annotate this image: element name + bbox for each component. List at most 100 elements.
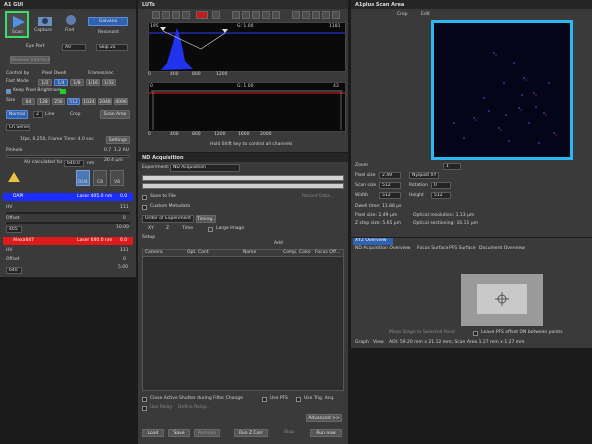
channel-alexa-header[interactable]: Alexa647 Laser 640.0 nm 6.0 [3,237,133,245]
graph-tab[interactable]: Graph [355,340,369,346]
lut-tool-icon[interactable] [302,11,310,19]
capture-button[interactable]: Capture [34,13,56,37]
close-shutter-checkbox[interactable] [142,397,147,402]
channel-dapi-header[interactable]: DAPI Laser 405.0 nm 0.0 [3,193,133,201]
dichroic-c8[interactable]: C8 [93,170,107,186]
lut-tool-icon[interactable] [312,11,320,19]
speed-1-2[interactable]: 1/2 [38,79,52,86]
define-relay-button[interactable]: Define Relay... [178,405,210,411]
edit-tool[interactable]: Edit [421,12,430,18]
lut-tool-icon[interactable] [272,11,280,19]
lut-tool-icon[interactable] [182,11,190,19]
remove-button[interactable]: Remove [194,429,220,437]
time-tab[interactable]: Time [182,226,193,232]
xyz-title[interactable]: XYZ Overview [353,238,393,245]
wavelength-field[interactable]: 640 [6,267,22,274]
pixel-dwell-radio[interactable]: Pixel Dwell [42,71,66,77]
tab-focus-surface[interactable]: Focus Surface [417,246,448,252]
lut-color-icon[interactable] [196,11,208,19]
resonant-label[interactable]: Resonant [98,30,119,36]
dichroic-du4[interactable]: DU4 [76,170,90,186]
ch-series-field[interactable]: Ch Series [6,124,30,131]
use-pfs-checkbox[interactable] [262,397,267,402]
speed-1-4[interactable]: 1/4 [54,79,68,86]
size-256[interactable]: 256 [52,98,65,105]
size-128[interactable]: 128 [37,98,50,105]
normal-button[interactable]: Normal [6,110,28,119]
lut-tool-icon[interactable] [232,11,240,19]
save-to-file-checkbox[interactable] [142,195,147,200]
a-value-field[interactable]: A0 [62,44,86,51]
speed-1-16[interactable]: 1/16 [86,79,100,86]
lut-tool-icon[interactable] [262,11,270,19]
size-64[interactable]: 64 [22,98,35,105]
use-relay-checkbox[interactable] [142,406,147,411]
skip-field[interactable]: Skip 2x [96,44,128,51]
timing-button[interactable]: Timing... [196,215,216,223]
width-field[interactable]: 512 [379,192,401,199]
speed-1-8[interactable]: 1/8 [70,79,84,86]
order-dropdown[interactable]: Order of Experiment [142,215,194,223]
find-button[interactable]: Find [61,13,81,37]
frames-radio[interactable]: Frames/sec [88,71,113,77]
galvano-button[interactable]: Galvano [88,17,128,26]
lut-tool-icon[interactable] [292,11,300,19]
keep-pixel-checkbox[interactable] [6,89,11,94]
z-tab[interactable]: Z [166,226,169,232]
lut-tool-icon[interactable] [252,11,260,19]
run-now-button[interactable]: Run now [310,429,342,437]
stop-button[interactable]: Stop [284,430,294,436]
average-field[interactable]: 2 [33,111,43,118]
remove-interlock-button[interactable]: Remove Interlock [10,56,50,64]
experiment-field[interactable]: ND Acquisition [170,164,240,172]
run-z-corr-button[interactable]: Run Z Corr [234,429,268,437]
lut-histogram-dapi[interactable]: 195 G: 1.00 1181 [148,22,346,72]
rotation-field[interactable]: 0 [431,182,451,189]
crop-tool[interactable]: Crop [397,12,408,18]
record-data-button[interactable]: Record Data... [302,194,334,200]
scan-button[interactable]: Scan [5,11,29,38]
lut-histogram-alexa[interactable]: 0 G: 1.00 43 [148,82,346,132]
large-image-checkbox[interactable] [208,227,213,232]
dichroic-v8[interactable]: V8 [110,170,124,186]
tab-document-overview[interactable]: Document Overview [479,246,525,252]
overview-canvas[interactable] [461,274,543,326]
pixel-size-field[interactable]: 2.49 [379,172,401,179]
use-trig-checkbox[interactable] [296,397,301,402]
lut-tool-icon[interactable] [212,11,220,19]
crop-label[interactable]: Crop [70,112,81,118]
eye-port-label[interactable]: Eye Port [26,44,45,50]
save-button[interactable]: Save [168,429,190,437]
zoom-field[interactable]: 1 [443,163,461,170]
lut-tool-icon[interactable] [332,11,340,19]
settings-button[interactable]: Settings [106,136,130,144]
size-2048[interactable]: 2048 [98,98,112,105]
size-512[interactable]: 512 [67,98,80,105]
offset-slider[interactable] [6,222,130,224]
lut-tool-icon[interactable] [152,11,160,19]
advanced-button[interactable]: Advanced >> [306,414,342,422]
scan-area-button[interactable]: Scan Area [100,110,130,119]
scan-preview[interactable] [431,20,573,160]
au-calc-field[interactable]: 640.0 [64,160,84,167]
scan-size-field[interactable]: 512 [379,182,401,189]
tab-pfs-surface[interactable]: PFS Surface [449,246,476,252]
wavelength-field[interactable]: 405 [6,226,22,233]
load-button[interactable]: Load [142,429,164,437]
speed-1-32[interactable]: 1/32 [102,79,116,86]
nyquist-dropdown[interactable]: Nyquist XY [409,172,439,179]
move-stage-button[interactable]: Move Stage to Selected Point [389,330,455,336]
lut-tool-icon[interactable] [172,11,180,19]
size-4096[interactable]: 4096 [114,98,128,105]
xy-tab[interactable]: XY [148,226,154,232]
height-field[interactable]: 512 [431,192,451,199]
leave-pfs-checkbox[interactable] [473,331,478,336]
add-button[interactable]: Add [274,241,283,247]
custom-metadata-checkbox[interactable] [142,205,147,210]
lut-tool-icon[interactable] [242,11,250,19]
size-1024[interactable]: 1024 [82,98,96,105]
lut-tool-icon[interactable] [162,11,170,19]
hv-slider[interactable] [6,212,130,214]
view-tab[interactable]: View [373,340,384,346]
lut-tool-icon[interactable] [322,11,330,19]
